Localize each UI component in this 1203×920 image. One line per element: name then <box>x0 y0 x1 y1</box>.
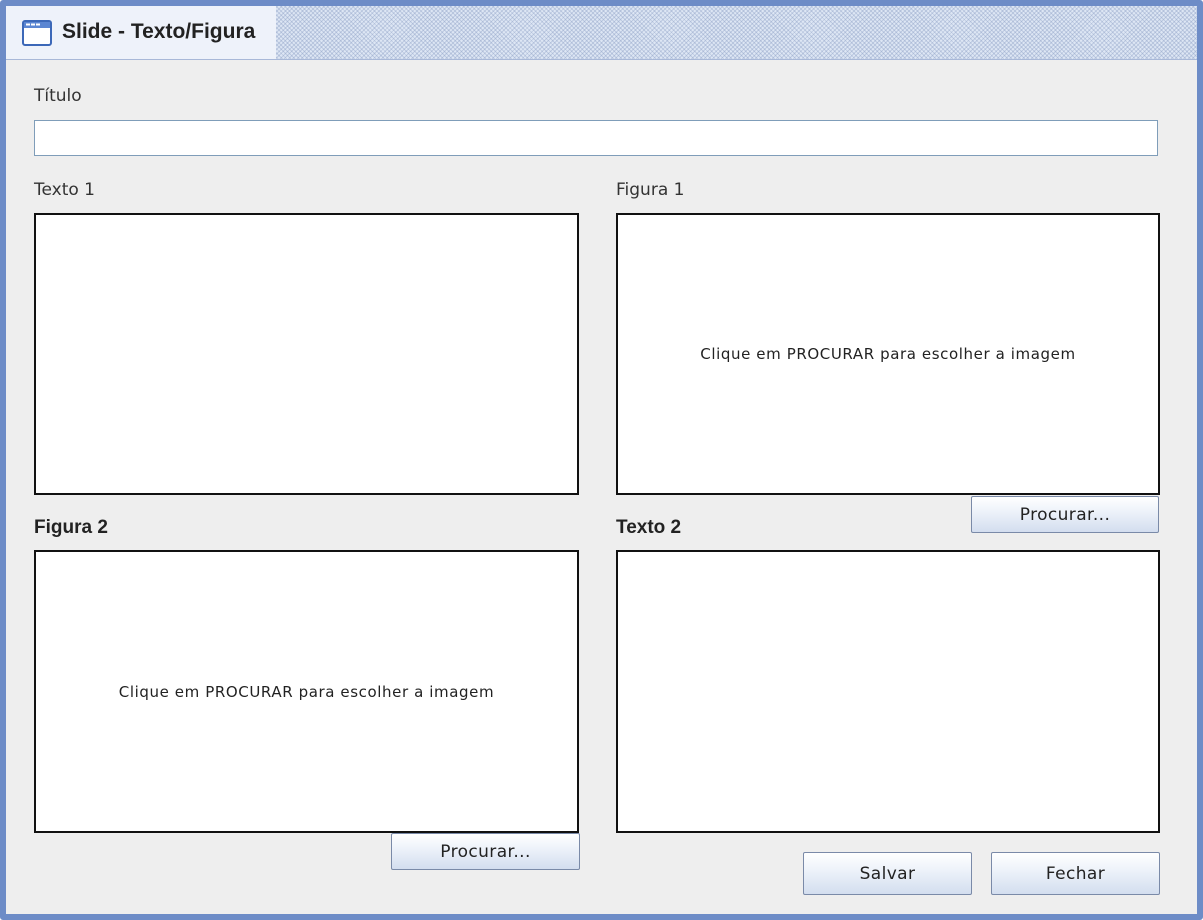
close-button[interactable]: Fechar <box>991 852 1160 895</box>
form-panel: Título Texto 1 Figura 1 Clique em PROCUR… <box>6 60 1197 914</box>
title-label: Título <box>34 86 82 106</box>
window-icon <box>22 20 52 46</box>
save-button[interactable]: Salvar <box>803 852 972 895</box>
figure2-hint: Clique em PROCURAR para escolher a image… <box>118 682 495 701</box>
text1-area[interactable] <box>34 213 579 495</box>
figure1-browse-button[interactable]: Procurar... <box>971 496 1159 533</box>
title-bar[interactable]: Slide - Texto/Figura <box>6 6 1197 60</box>
figure2-preview: Clique em PROCURAR para escolher a image… <box>34 550 579 833</box>
figure1-hint: Clique em PROCURAR para escolher a image… <box>700 345 1076 363</box>
window-title: Slide - Texto/Figura <box>62 20 256 43</box>
figure1-label: Figura 1 <box>616 180 685 200</box>
title-plate: Slide - Texto/Figura <box>6 6 276 59</box>
text1-label: Texto 1 <box>34 180 96 200</box>
figure1-preview: Clique em PROCURAR para escolher a image… <box>616 213 1160 495</box>
figure2-browse-button[interactable]: Procurar... <box>391 833 580 870</box>
text2-label: Texto 2 <box>616 517 682 538</box>
title-input[interactable] <box>34 120 1158 156</box>
figure2-label: Figura 2 <box>34 517 108 538</box>
text2-area[interactable] <box>616 550 1160 833</box>
dialog-window: Slide - Texto/Figura Título Texto 1 Figu… <box>0 0 1203 920</box>
